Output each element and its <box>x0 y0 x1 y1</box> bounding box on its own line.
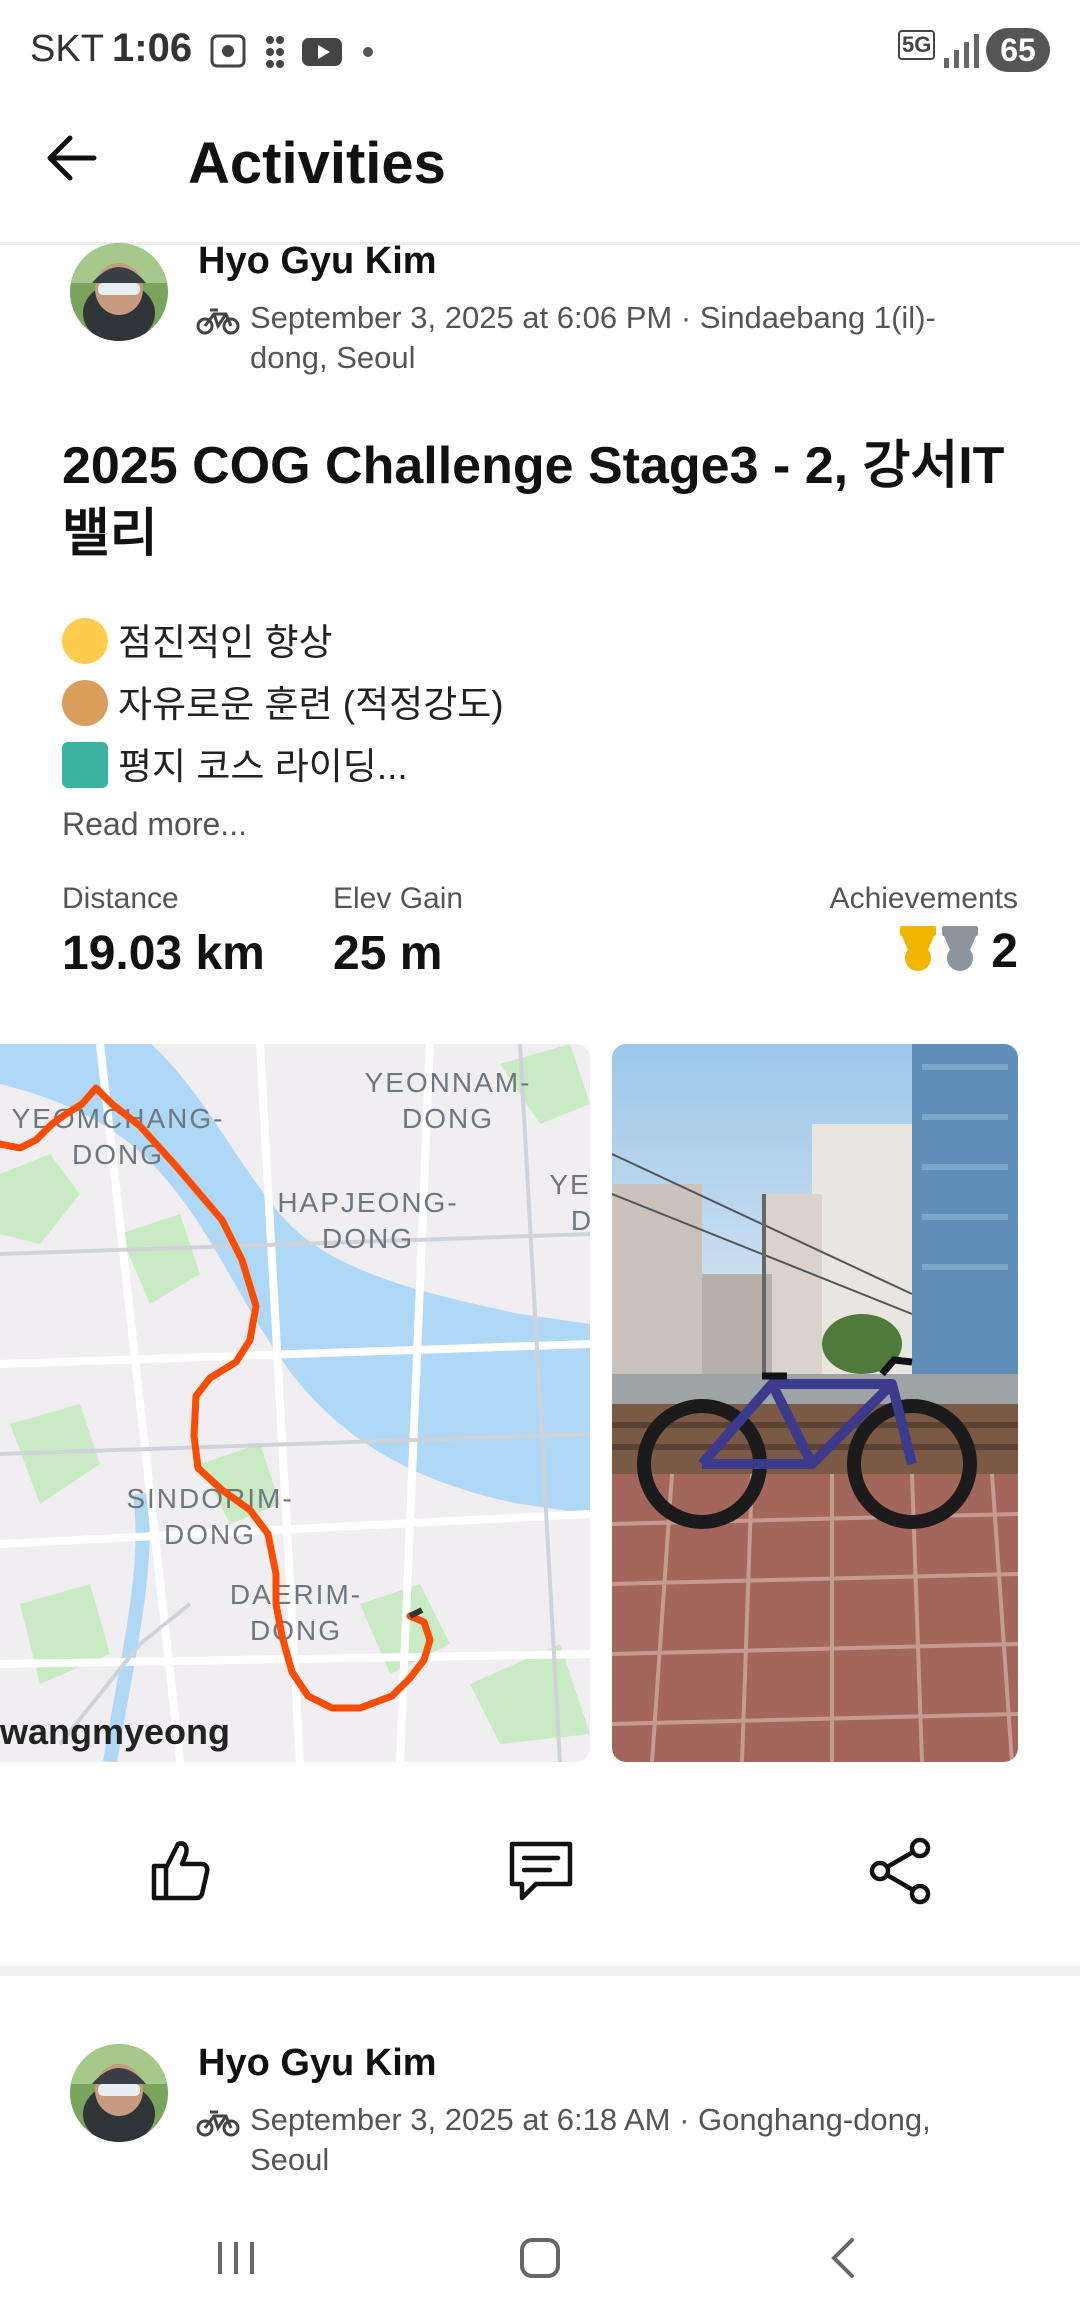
athlete-name[interactable]: Hyo Gyu Kim <box>198 2042 437 2085</box>
feed-divider <box>0 1966 1080 1976</box>
activity-photo[interactable] <box>612 1044 1018 1762</box>
activity-title[interactable]: 2025 COG Challenge Stage3 - 2, 강서IT밸리 <box>62 432 1022 568</box>
map-label-yeomchang-dong: DONG <box>72 1139 164 1170</box>
route-map[interactable]: YEONNAM- DONG YEOMCHANG- DONG HAPJEONG- … <box>0 1044 590 1762</box>
bike-icon <box>196 2110 240 2137</box>
athlete-avatar[interactable] <box>70 243 168 341</box>
activity-meta: September 3, 2025 at 6:06 PM · Sindaeban… <box>250 300 936 375</box>
app-header <box>0 100 1080 245</box>
activity-meta: September 3, 2025 at 6:18 AM · Gonghang-… <box>250 2102 931 2177</box>
description-line: 자유로운 훈련 (적정강도) <box>62 674 504 728</box>
system-back-icon[interactable] <box>826 2236 862 2280</box>
map-label-ye: YE <box>549 1169 590 1200</box>
battery-indicator: 65 <box>986 28 1050 72</box>
athlete-name[interactable]: Hyo Gyu Kim <box>198 240 437 283</box>
bike-photo <box>612 1044 1018 1762</box>
athlete-avatar[interactable] <box>70 2044 168 2142</box>
page-title: Activities <box>188 131 446 196</box>
signal-icon <box>944 34 979 68</box>
clock: 1:06 <box>112 26 193 70</box>
map-label-sindorim: SINDORIM- <box>126 1483 293 1514</box>
achievements-count: 2 <box>991 925 1018 978</box>
home-icon[interactable] <box>518 2236 562 2280</box>
network-5g-icon: 5G <box>898 30 936 60</box>
elev-gain-label: Elev Gain <box>333 882 464 915</box>
map-label-ye-d: D <box>571 1205 590 1236</box>
map-label-hapjeong: HAPJEONG- <box>277 1187 458 1218</box>
like-icon[interactable] <box>144 1836 214 1906</box>
map-label-daerim-dong: DONG <box>250 1615 342 1646</box>
dog-emoji <box>62 680 108 726</box>
elev-gain-value: 25 m <box>333 927 443 980</box>
medal-icons <box>900 926 978 971</box>
notification-icons <box>210 34 373 68</box>
status-bar: SKT 1:06 5G 65 <box>0 0 1080 100</box>
map-label-sindorim-dong: DONG <box>164 1519 256 1550</box>
description-line: 점진적인 향상 <box>62 612 333 666</box>
recent-apps-icon[interactable] <box>214 2238 258 2278</box>
grin-emoji <box>62 618 108 664</box>
distance-label: Distance <box>62 882 179 915</box>
distance-value: 19.03 km <box>62 927 265 980</box>
map-label-hapjeong-dong: DONG <box>322 1223 414 1254</box>
comment-icon[interactable] <box>506 1836 576 1906</box>
map-label-yeonnam: YEONNAM- <box>365 1067 532 1098</box>
map-canvas: YEONNAM- DONG YEOMCHANG- DONG HAPJEONG- … <box>0 1044 590 1762</box>
achievements-label: Achievements <box>829 882 1018 915</box>
map-label-yeonnam-dong: DONG <box>402 1103 494 1134</box>
map-label-daerim: DAERIM- <box>230 1579 362 1610</box>
system-nav-bar <box>0 2194 1080 2316</box>
share-icon[interactable] <box>866 1836 936 1906</box>
description-line: 평지 코스 라이딩... <box>62 736 408 790</box>
bike-icon <box>196 308 240 335</box>
map-label-gwangmyeong: wangmyeong <box>0 1711 230 1752</box>
cyclist-emoji <box>62 742 108 788</box>
carrier-label: SKT <box>30 28 104 70</box>
back-arrow-icon[interactable] <box>44 130 100 186</box>
read-more-link[interactable]: Read more... <box>62 806 247 843</box>
